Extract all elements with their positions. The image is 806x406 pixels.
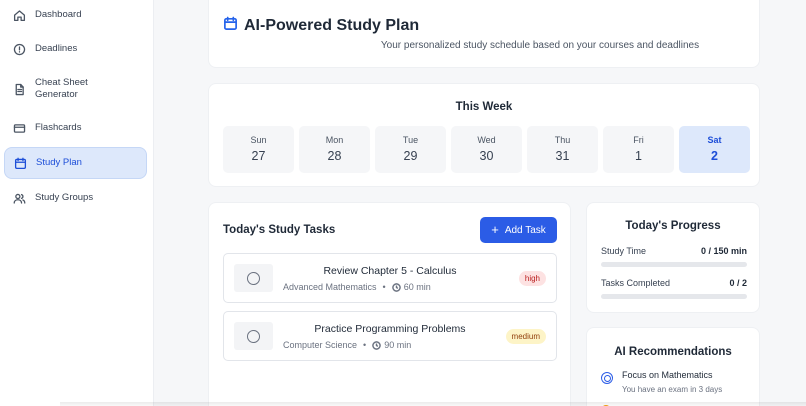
home-icon xyxy=(12,8,26,22)
day-tue[interactable]: Tue 29 xyxy=(375,126,446,173)
recommendations-title: AI Recommendations xyxy=(614,346,732,358)
day-date: 29 xyxy=(403,149,418,163)
progress-title: Today's Progress xyxy=(625,220,721,232)
users-icon xyxy=(12,191,26,205)
task-item[interactable]: Practice Programming Problems Computer S… xyxy=(223,311,557,361)
sidebar-item-flashcards[interactable]: Flashcards xyxy=(4,117,147,139)
task-course: Advanced Mathematics xyxy=(283,282,377,292)
progress-card: Today's Progress Study Time 0 / 150 min … xyxy=(586,202,760,313)
day-name: Mon xyxy=(325,135,344,145)
study-time-value: 0 / 150 min xyxy=(700,246,747,256)
bottom-fade xyxy=(60,402,806,406)
add-task-label: Add Task xyxy=(504,224,546,236)
task-name: Practice Programming Problems xyxy=(314,323,466,335)
tasks-title: Today's Study Tasks xyxy=(223,224,336,236)
day-name: Thu xyxy=(554,135,571,145)
tasks-completed-label: Tasks Completed xyxy=(601,278,671,288)
sidebar-item-label: Dashboard xyxy=(35,8,82,20)
plus-icon: + xyxy=(491,222,499,237)
page-title: AI-Powered Study Plan xyxy=(244,17,420,34)
header-card: AI-Powered Study Plan Your personalized … xyxy=(208,0,760,68)
page-subtitle: Your personalized study schedule based o… xyxy=(380,40,700,51)
day-date: 31 xyxy=(555,149,570,163)
task-duration: 90 min xyxy=(384,340,412,350)
day-date: 27 xyxy=(251,149,266,163)
sidebar: Dashboard Deadlines Cheat Sheet Generato… xyxy=(0,0,154,406)
circle-icon xyxy=(247,271,260,285)
clock-icon xyxy=(372,340,382,350)
sidebar-item-study-plan[interactable]: Study Plan xyxy=(4,147,147,179)
recommendation-title: Focus on Mathematics xyxy=(622,370,713,380)
study-time-row: Study Time 0 / 150 min xyxy=(601,246,747,256)
sidebar-item-label: Flashcards xyxy=(35,121,82,133)
tasks-completed-value: 0 / 2 xyxy=(729,278,747,288)
day-name: Sun xyxy=(250,135,267,145)
task-checkbox[interactable] xyxy=(234,264,273,292)
day-mon[interactable]: Mon 28 xyxy=(299,126,370,173)
priority-badge: medium xyxy=(505,329,546,344)
day-name: Sat xyxy=(707,135,722,145)
day-date: 2 xyxy=(711,149,718,163)
card-icon xyxy=(12,121,26,135)
week-card: This Week Sun 27 Mon 28 Tue 29 Wed 30 Thu 31 … xyxy=(208,83,760,187)
document-icon xyxy=(12,82,26,96)
add-task-button[interactable]: + Add Task xyxy=(480,217,557,243)
day-date: 1 xyxy=(635,149,642,163)
tasks-completed-bar xyxy=(601,294,747,299)
sidebar-item-dashboard[interactable]: Dashboard xyxy=(4,4,147,26)
clock-icon xyxy=(391,282,401,292)
sidebar-item-deadlines[interactable]: Deadlines xyxy=(4,38,147,60)
day-sun[interactable]: Sun 27 xyxy=(223,126,294,173)
separator-dot: • xyxy=(363,340,367,350)
day-sat[interactable]: Sat 2 xyxy=(679,126,750,173)
separator-dot: • xyxy=(382,282,386,292)
task-course: Computer Science xyxy=(283,340,358,350)
study-time-label: Study Time xyxy=(601,246,647,256)
tasks-completed-row: Tasks Completed 0 / 2 xyxy=(601,278,747,288)
priority-badge: high xyxy=(518,271,546,286)
day-thu[interactable]: Thu 31 xyxy=(527,126,598,173)
day-name: Fri xyxy=(633,135,644,145)
day-name: Tue xyxy=(402,135,419,145)
calendar-icon xyxy=(13,156,27,170)
sidebar-item-label: Study Groups xyxy=(35,191,94,203)
tasks-card: Today's Study Tasks + Add Task Review Ch… xyxy=(208,202,571,406)
week-days: Sun 27 Mon 28 Tue 29 Wed 30 Thu 31 Fri 1 Sat 2 xyxy=(223,126,750,173)
sidebar-item-cheat-sheet-generator[interactable]: Cheat Sheet Generator xyxy=(4,75,147,103)
task-item[interactable]: Review Chapter 5 - Calculus Advanced Mat… xyxy=(223,253,557,303)
sidebar-item-label: Study Plan xyxy=(36,156,82,168)
task-meta: Advanced Mathematics • 60 min xyxy=(283,282,431,292)
week-title: This Week xyxy=(455,101,513,113)
day-date: 30 xyxy=(479,149,494,163)
sidebar-item-label: Cheat Sheet Generator xyxy=(35,76,88,101)
calendar-icon xyxy=(223,16,238,36)
alert-circle-icon xyxy=(12,42,26,56)
task-name: Review Chapter 5 - Calculus xyxy=(323,265,457,277)
day-date: 28 xyxy=(327,149,342,163)
day-name: Wed xyxy=(477,135,496,145)
study-time-bar xyxy=(601,262,747,267)
recommendation-desc: You have an exam in 3 days xyxy=(622,385,723,394)
task-duration: 60 min xyxy=(403,282,431,292)
target-icon xyxy=(601,372,613,384)
day-fri[interactable]: Fri 1 xyxy=(603,126,674,173)
task-meta: Computer Science • 90 min xyxy=(283,340,411,350)
page-title-row: AI-Powered Study Plan xyxy=(223,16,419,36)
task-checkbox[interactable] xyxy=(234,322,273,350)
sidebar-item-label: Deadlines xyxy=(35,42,78,54)
day-wed[interactable]: Wed 30 xyxy=(451,126,522,173)
recommendations-card: AI Recommendations Focus on Mathematics … xyxy=(586,327,760,406)
sidebar-item-study-groups[interactable]: Study Groups xyxy=(4,187,147,209)
circle-icon xyxy=(247,329,260,343)
